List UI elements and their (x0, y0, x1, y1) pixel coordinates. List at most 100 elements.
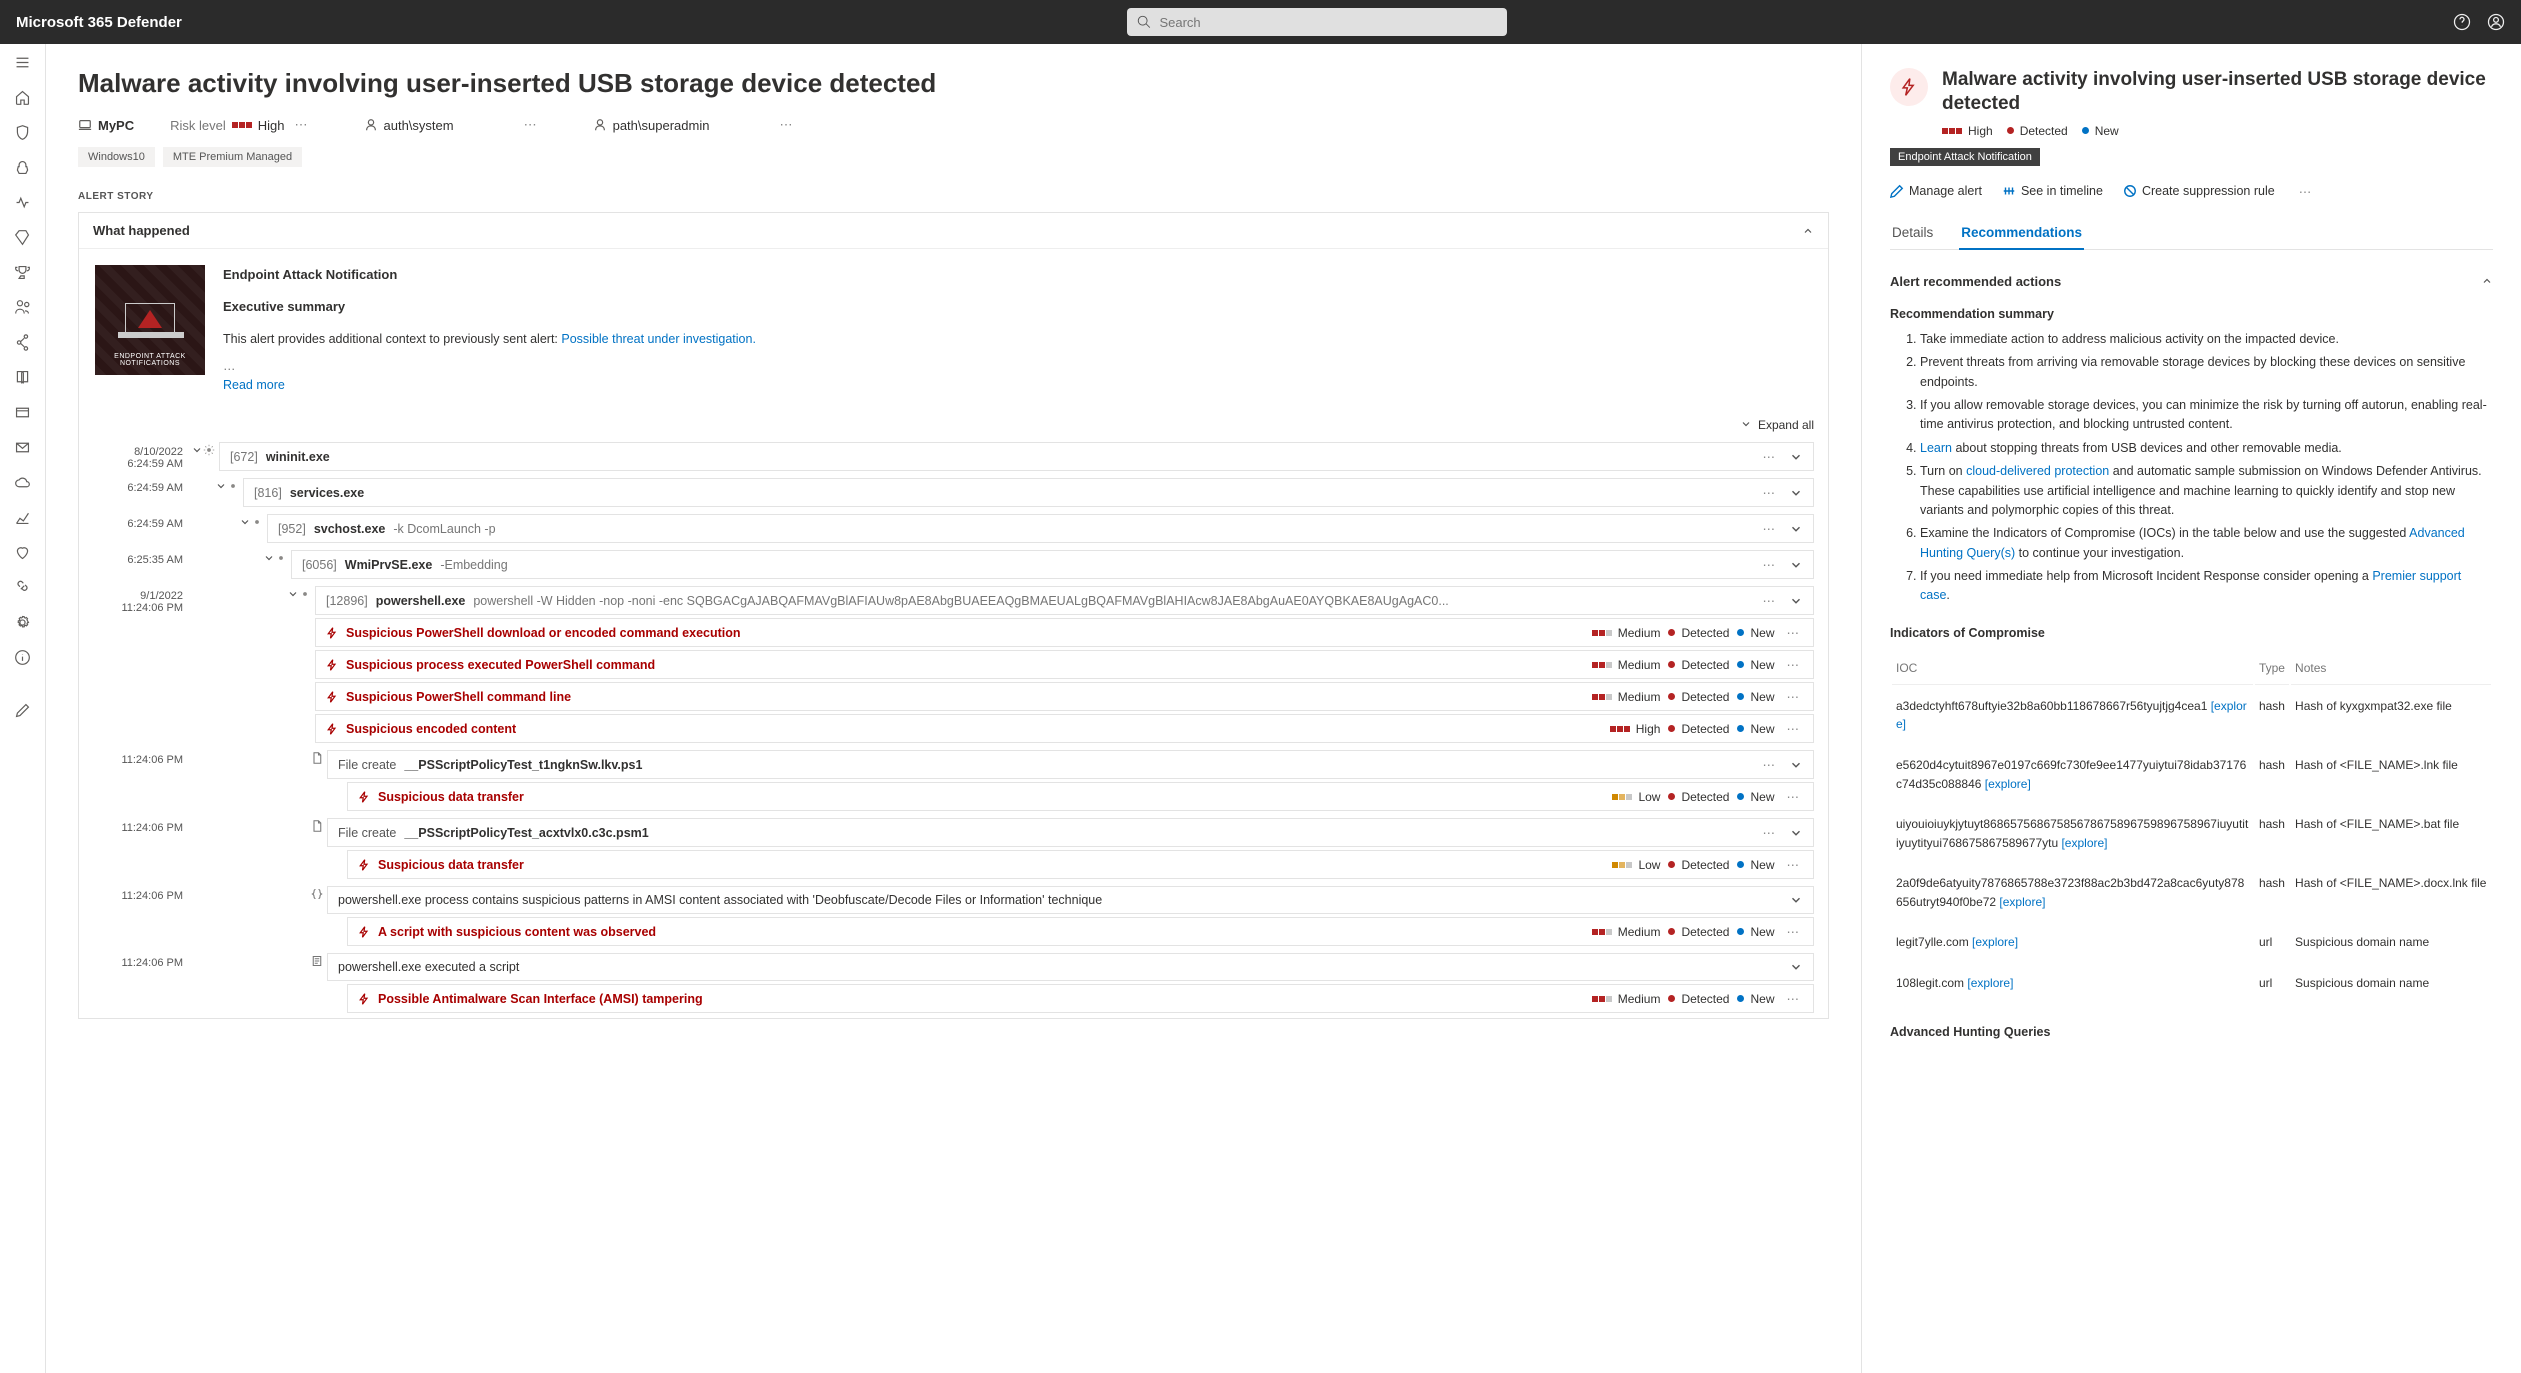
chevron-up-icon[interactable] (1802, 225, 1814, 237)
row-more[interactable]: ⋯ (1783, 657, 1804, 672)
chevron-down-icon[interactable] (1789, 558, 1803, 572)
script-row[interactable]: powershell.exe executed a script (327, 953, 1814, 981)
ioc-header: Indicators of Compromise (1890, 624, 2493, 643)
hamburger-icon[interactable] (14, 54, 31, 71)
search-input[interactable] (1159, 15, 1497, 30)
row-more[interactable]: ⋯ (1783, 857, 1804, 872)
alert-row[interactable]: Suspicious encoded content High Detected… (315, 714, 1814, 743)
chevron-down-icon[interactable] (1789, 486, 1803, 500)
explore-link[interactable]: [explore] (1985, 777, 2031, 791)
col-ioc: IOC (1892, 653, 2253, 685)
pencil-icon[interactable] (14, 702, 31, 719)
alert-row[interactable]: Suspicious data transfer Low Detected Ne… (347, 782, 1814, 811)
home-icon[interactable] (14, 89, 31, 106)
bolt-icon (1899, 77, 1919, 97)
global-search[interactable] (1127, 8, 1507, 36)
section-alert-actions[interactable]: Alert recommended actions (1890, 264, 2493, 299)
process-row[interactable]: [12896] powershell.exe powershell -W Hid… (315, 586, 1814, 615)
alert-row[interactable]: Suspicious process executed PowerShell c… (315, 650, 1814, 679)
share-icon[interactable] (14, 334, 31, 351)
book-icon[interactable] (14, 369, 31, 386)
manage-alert-button[interactable]: Manage alert (1890, 184, 1982, 198)
chevron-down-icon[interactable] (1789, 893, 1803, 907)
file-event-row[interactable]: File create __PSScriptPolicyTest_t1ngknS… (327, 750, 1814, 779)
row-more[interactable]: ⋯ (1759, 449, 1780, 464)
row-more[interactable]: ⋯ (1783, 689, 1804, 704)
create-suppression-button[interactable]: Create suppression rule (2123, 184, 2275, 198)
story-title-2: Executive summary (223, 297, 756, 317)
user2-more[interactable]: ⋯ (775, 117, 796, 133)
explore-link[interactable]: [explore] (1972, 935, 2018, 949)
mail-icon[interactable] (14, 439, 31, 456)
row-more[interactable]: ⋯ (1759, 485, 1780, 500)
tab-details[interactable]: Details (1890, 217, 1935, 249)
alert-row[interactable]: Possible Antimalware Scan Interface (AMS… (347, 984, 1814, 1013)
read-more-link[interactable]: Read more (223, 378, 285, 392)
process-row[interactable]: [816] services.exe ⋯ (243, 478, 1814, 507)
alert-row[interactable]: Suspicious PowerShell command line Mediu… (315, 682, 1814, 711)
row-more[interactable]: ⋯ (1783, 721, 1804, 736)
shield-icon[interactable] (14, 124, 31, 141)
explore-link[interactable]: [explore] (1999, 895, 2045, 909)
hunt-icon[interactable] (14, 194, 31, 211)
see-timeline-button[interactable]: See in timeline (2002, 184, 2103, 198)
learn-link[interactable]: Learn (1920, 441, 1952, 455)
expand-icon[interactable] (263, 552, 275, 564)
health-icon[interactable] (14, 544, 31, 561)
gear-icon[interactable] (14, 614, 31, 631)
row-more[interactable]: ⋯ (1783, 991, 1804, 1006)
alert-row[interactable]: A script with suspicious content was obs… (347, 917, 1814, 946)
chevron-up-icon[interactable] (2481, 275, 2493, 287)
expand-icon[interactable] (287, 588, 299, 600)
row-more[interactable]: ⋯ (1759, 521, 1780, 536)
what-happened-header[interactable]: What happened (79, 213, 1828, 249)
chevron-down-icon[interactable] (1789, 960, 1803, 974)
tab-recommendations[interactable]: Recommendations (1959, 217, 2084, 250)
context-user1[interactable]: auth\system ⋯ (364, 117, 541, 133)
link-icon[interactable] (14, 579, 31, 596)
attack-icon[interactable] (14, 159, 31, 176)
chevron-down-icon[interactable] (1789, 826, 1803, 840)
row-more[interactable]: ⋯ (1783, 625, 1804, 640)
actions-icon[interactable] (14, 229, 31, 246)
process-row[interactable]: [672] wininit.exe ⋯ (219, 442, 1814, 471)
card-icon[interactable] (14, 404, 31, 421)
explore-link[interactable]: [explore] (2061, 836, 2107, 850)
device-more[interactable]: ⋯ (291, 117, 312, 133)
row-more[interactable]: ⋯ (1759, 825, 1780, 840)
expand-icon[interactable] (191, 444, 203, 456)
info-icon[interactable] (14, 649, 31, 666)
chart-icon[interactable] (14, 509, 31, 526)
more-actions[interactable]: ⋯ (2295, 184, 2316, 199)
row-more[interactable]: ⋯ (1759, 557, 1780, 572)
people-icon[interactable] (14, 299, 31, 316)
expand-icon[interactable] (215, 480, 227, 492)
row-more[interactable]: ⋯ (1759, 593, 1780, 608)
account-icon[interactable] (2487, 13, 2505, 31)
chevron-down-icon[interactable] (1789, 450, 1803, 464)
alert-row[interactable]: Suspicious data transfer Low Detected Ne… (347, 850, 1814, 879)
row-more[interactable]: ⋯ (1783, 924, 1804, 939)
row-more[interactable]: ⋯ (1759, 757, 1780, 772)
prev-alert-link[interactable]: Possible threat under investigation. (561, 332, 756, 346)
rec-item: If you need immediate help from Microsof… (1920, 567, 2493, 606)
user1-more[interactable]: ⋯ (520, 117, 541, 133)
cloud-icon[interactable] (14, 474, 31, 491)
amsi-row[interactable]: powershell.exe process contains suspicio… (327, 886, 1814, 914)
cloud-protection-link[interactable]: cloud-delivered protection (1966, 464, 2109, 478)
process-row[interactable]: [6056] WmiPrvSE.exe -Embedding ⋯ (291, 550, 1814, 579)
chevron-down-icon[interactable] (1789, 522, 1803, 536)
context-user2[interactable]: path\superadmin ⋯ (593, 117, 797, 133)
expand-all[interactable]: Expand all (79, 410, 1828, 440)
context-device[interactable]: MyPC Risk level High ⋯ (78, 117, 312, 133)
help-icon[interactable] (2453, 13, 2471, 31)
alert-row[interactable]: Suspicious PowerShell download or encode… (315, 618, 1814, 647)
trophy-icon[interactable] (14, 264, 31, 281)
chevron-down-icon[interactable] (1789, 758, 1803, 772)
process-row[interactable]: [952] svchost.exe -k DcomLaunch -p ⋯ (267, 514, 1814, 543)
chevron-down-icon[interactable] (1789, 594, 1803, 608)
explore-link[interactable]: [explore] (1967, 976, 2013, 990)
expand-icon[interactable] (239, 516, 251, 528)
row-more[interactable]: ⋯ (1783, 789, 1804, 804)
file-event-row[interactable]: File create __PSScriptPolicyTest_acxtvlx… (327, 818, 1814, 847)
